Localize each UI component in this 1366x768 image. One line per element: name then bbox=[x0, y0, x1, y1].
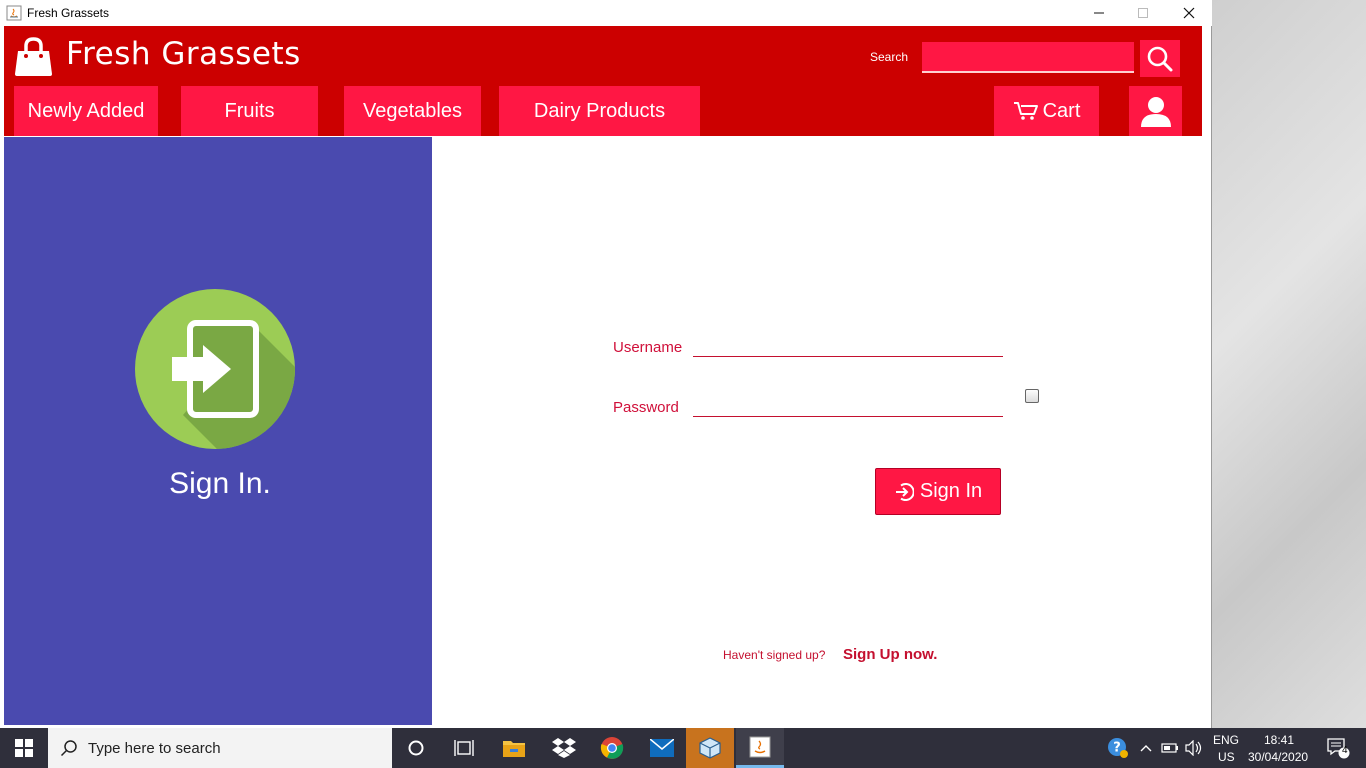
help-tray-button[interactable]: ? bbox=[1104, 728, 1132, 768]
signin-form-panel: Username Password Sign In Haven't signed… bbox=[432, 137, 1202, 725]
nav-fruits-label: Fruits bbox=[224, 99, 275, 122]
dropbox-button[interactable] bbox=[540, 728, 588, 768]
search-input[interactable] bbox=[922, 42, 1134, 73]
search-button[interactable] bbox=[1140, 40, 1180, 77]
title-bar: Fresh Grassets bbox=[0, 0, 1212, 26]
language-indicator[interactable]: ENG bbox=[1213, 733, 1239, 747]
signin-button-label: Sign In bbox=[919, 480, 983, 502]
mail-icon bbox=[650, 739, 674, 757]
nav-vegetables-label: Vegetables bbox=[363, 99, 462, 122]
app-header: Fresh Grassets Search Newly Added Fruits… bbox=[4, 26, 1202, 136]
nav-vegetables-button[interactable]: Vegetables bbox=[344, 86, 481, 136]
signin-heading: Sign In. bbox=[169, 467, 271, 500]
close-icon bbox=[1183, 7, 1195, 19]
window-title: Fresh Grassets bbox=[27, 6, 110, 20]
signin-illustration-icon bbox=[135, 289, 295, 449]
notification-count-badge: 4 bbox=[1342, 745, 1348, 756]
folder-icon bbox=[503, 741, 525, 757]
login-arrow-icon bbox=[895, 482, 914, 501]
action-center-button[interactable]: 4 bbox=[1318, 728, 1358, 768]
cortana-icon bbox=[408, 740, 424, 756]
minimize-button[interactable] bbox=[1076, 0, 1122, 26]
signin-side-panel: Sign In. bbox=[4, 137, 432, 725]
minimize-icon bbox=[1094, 12, 1104, 14]
show-hidden-icons-button[interactable] bbox=[1136, 728, 1156, 768]
nav-fruits-button[interactable]: Fruits bbox=[181, 86, 318, 136]
chrome-icon bbox=[600, 737, 624, 759]
taskbar-search-icon bbox=[60, 740, 77, 757]
nav-newly-added-label: Newly Added bbox=[27, 99, 145, 122]
keyboard-layout-indicator: US bbox=[1218, 750, 1235, 764]
signup-prompt: Haven't signed up? bbox=[723, 648, 826, 662]
help-icon: ? bbox=[1108, 738, 1128, 758]
password-label: Password bbox=[613, 399, 679, 416]
windows-taskbar: Type here to search ? ENG US 18:41 30/04… bbox=[0, 728, 1366, 768]
volume-icon bbox=[1185, 740, 1202, 756]
username-label: Username bbox=[613, 339, 683, 356]
search-icon bbox=[1147, 46, 1173, 71]
clock-date: 30/04/2020 bbox=[1248, 750, 1309, 764]
taskbar-search-box[interactable]: Type here to search bbox=[48, 728, 392, 768]
search-label: Search bbox=[870, 50, 909, 64]
task-view-button[interactable] bbox=[440, 728, 488, 768]
java-app-icon bbox=[6, 5, 22, 21]
taskbar-search-placeholder: Type here to search bbox=[88, 739, 221, 757]
brand-title: Fresh Grassets bbox=[66, 36, 301, 72]
volume-tray-button[interactable] bbox=[1182, 728, 1206, 768]
close-button[interactable] bbox=[1166, 0, 1212, 26]
cart-icon bbox=[1013, 102, 1038, 120]
cortana-button[interactable] bbox=[392, 728, 440, 768]
chevron-up-icon bbox=[1140, 745, 1152, 752]
user-account-button[interactable] bbox=[1129, 86, 1182, 136]
virtualbox-button[interactable] bbox=[686, 728, 734, 768]
dropbox-icon bbox=[552, 738, 576, 758]
windows-logo-icon bbox=[15, 739, 33, 757]
file-explorer-button[interactable] bbox=[490, 728, 538, 768]
show-password-checkbox[interactable] bbox=[1025, 389, 1039, 403]
nav-newly-added-button[interactable]: Newly Added bbox=[14, 86, 158, 136]
maximize-icon bbox=[1138, 8, 1148, 18]
cart-button[interactable]: Cart bbox=[994, 86, 1099, 136]
java-icon bbox=[749, 736, 771, 757]
app-window: Fresh Grassets Fresh Grassets Search New bbox=[0, 0, 1212, 728]
svg-text:?: ? bbox=[1113, 741, 1121, 756]
clock-time[interactable]: 18:41 bbox=[1264, 733, 1294, 747]
chrome-button[interactable] bbox=[588, 728, 636, 768]
battery-icon bbox=[1161, 743, 1178, 753]
cart-label: Cart bbox=[1042, 99, 1081, 122]
nav-dairy-button[interactable]: Dairy Products bbox=[499, 86, 700, 136]
start-button[interactable] bbox=[0, 728, 48, 768]
username-input[interactable] bbox=[693, 331, 1003, 357]
password-input[interactable] bbox=[693, 391, 1003, 417]
battery-tray-button[interactable] bbox=[1158, 728, 1182, 768]
java-app-taskbar-button[interactable] bbox=[736, 728, 784, 768]
signup-link[interactable]: Sign Up now. bbox=[843, 646, 937, 663]
cube-icon bbox=[699, 737, 721, 759]
shopping-bag-icon bbox=[15, 37, 52, 76]
task-view-icon bbox=[454, 740, 474, 756]
signin-button[interactable]: Sign In bbox=[875, 468, 1001, 515]
nav-dairy-label: Dairy Products bbox=[533, 99, 666, 122]
user-icon bbox=[1140, 97, 1171, 127]
mail-button[interactable] bbox=[638, 728, 686, 768]
desktop-background bbox=[1212, 0, 1366, 728]
maximize-button[interactable] bbox=[1120, 0, 1166, 26]
